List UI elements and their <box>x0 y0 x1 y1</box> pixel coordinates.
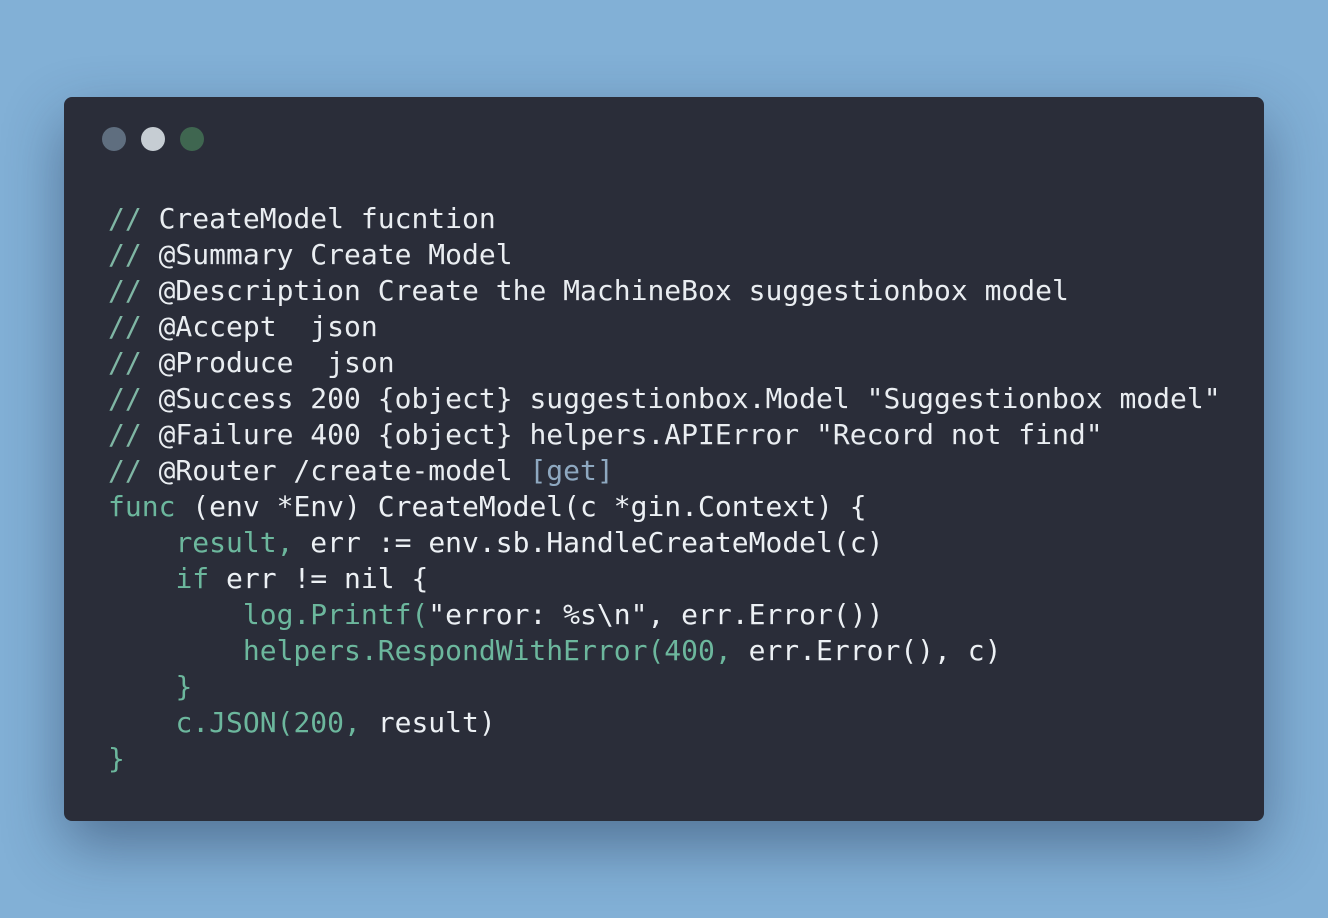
code-line: c.JSON(200, result) <box>108 705 1221 741</box>
comment-text: @Description Create the MachineBox sugge… <box>141 274 1069 307</box>
comment-text: @Success 200 {object} suggestionbox.Mode… <box>141 382 1221 415</box>
close-brace: } <box>108 742 125 775</box>
if-condition: err != nil { <box>209 562 429 595</box>
printf-call: log.Printf( <box>242 598 429 631</box>
comment-text: @Accept json <box>141 310 378 343</box>
printf-args: "error: %s\n", err.Error()) <box>428 598 884 631</box>
keyword-func: func <box>108 490 176 523</box>
comment-marker: // <box>108 454 142 487</box>
comment-text: CreateModel fucntion <box>141 202 496 235</box>
code-block: // CreateModel fucntion// @Summary Creat… <box>108 201 1221 777</box>
code-line: // @Failure 400 {object} helpers.APIErro… <box>108 417 1221 453</box>
assignment: err := env.sb.HandleCreateModel(c) <box>293 526 884 559</box>
code-line: // @Summary Create Model <box>108 237 1221 273</box>
maximize-button[interactable] <box>180 127 204 151</box>
comment-marker: // <box>108 418 142 451</box>
code-line: // @Router /create-model [get] <box>108 453 1221 489</box>
respond-error-args: err.Error(), c) <box>731 634 1002 667</box>
json-args: result) <box>360 706 496 739</box>
comment-text: @Router /create-model <box>141 454 530 487</box>
comment-marker: // <box>108 274 142 307</box>
code-line: // @Produce json <box>108 345 1221 381</box>
keyword-if: if <box>175 562 210 595</box>
comment-text: @Summary Create Model <box>141 238 513 271</box>
json-call: c.JSON(200, <box>175 706 361 739</box>
code-line: // @Description Create the MachineBox su… <box>108 273 1221 309</box>
close-button[interactable] <box>102 127 126 151</box>
close-brace: } <box>175 670 193 703</box>
result-var: result, <box>175 526 294 559</box>
code-line: // CreateModel fucntion <box>108 201 1221 237</box>
comment-marker: // <box>108 346 142 379</box>
respond-error-call: helpers.RespondWithError(400, <box>242 634 732 667</box>
comment-marker: // <box>108 238 142 271</box>
func-signature: (env *Env) CreateModel(c *gin.Context) { <box>175 490 867 523</box>
comment-marker: // <box>108 382 142 415</box>
code-line: result, err := env.sb.HandleCreateModel(… <box>108 525 1221 561</box>
code-line: if err != nil { <box>108 561 1221 597</box>
code-line: // @Success 200 {object} suggestionbox.M… <box>108 381 1221 417</box>
code-line: helpers.RespondWithError(400, err.Error(… <box>108 633 1221 669</box>
comment-marker: // <box>108 310 142 343</box>
code-line: } <box>108 741 1221 777</box>
router-method: [get] <box>529 454 614 487</box>
minimize-button[interactable] <box>141 127 165 151</box>
code-line: log.Printf("error: %s\n", err.Error()) <box>108 597 1221 633</box>
comment-text: @Produce json <box>141 346 395 379</box>
comment-marker: // <box>108 202 142 235</box>
code-line: } <box>108 669 1221 705</box>
code-window: // CreateModel fucntion// @Summary Creat… <box>64 97 1264 821</box>
code-line: func (env *Env) CreateModel(c *gin.Conte… <box>108 489 1221 525</box>
comment-text: @Failure 400 {object} helpers.APIError "… <box>141 418 1103 451</box>
code-line: // @Accept json <box>108 309 1221 345</box>
